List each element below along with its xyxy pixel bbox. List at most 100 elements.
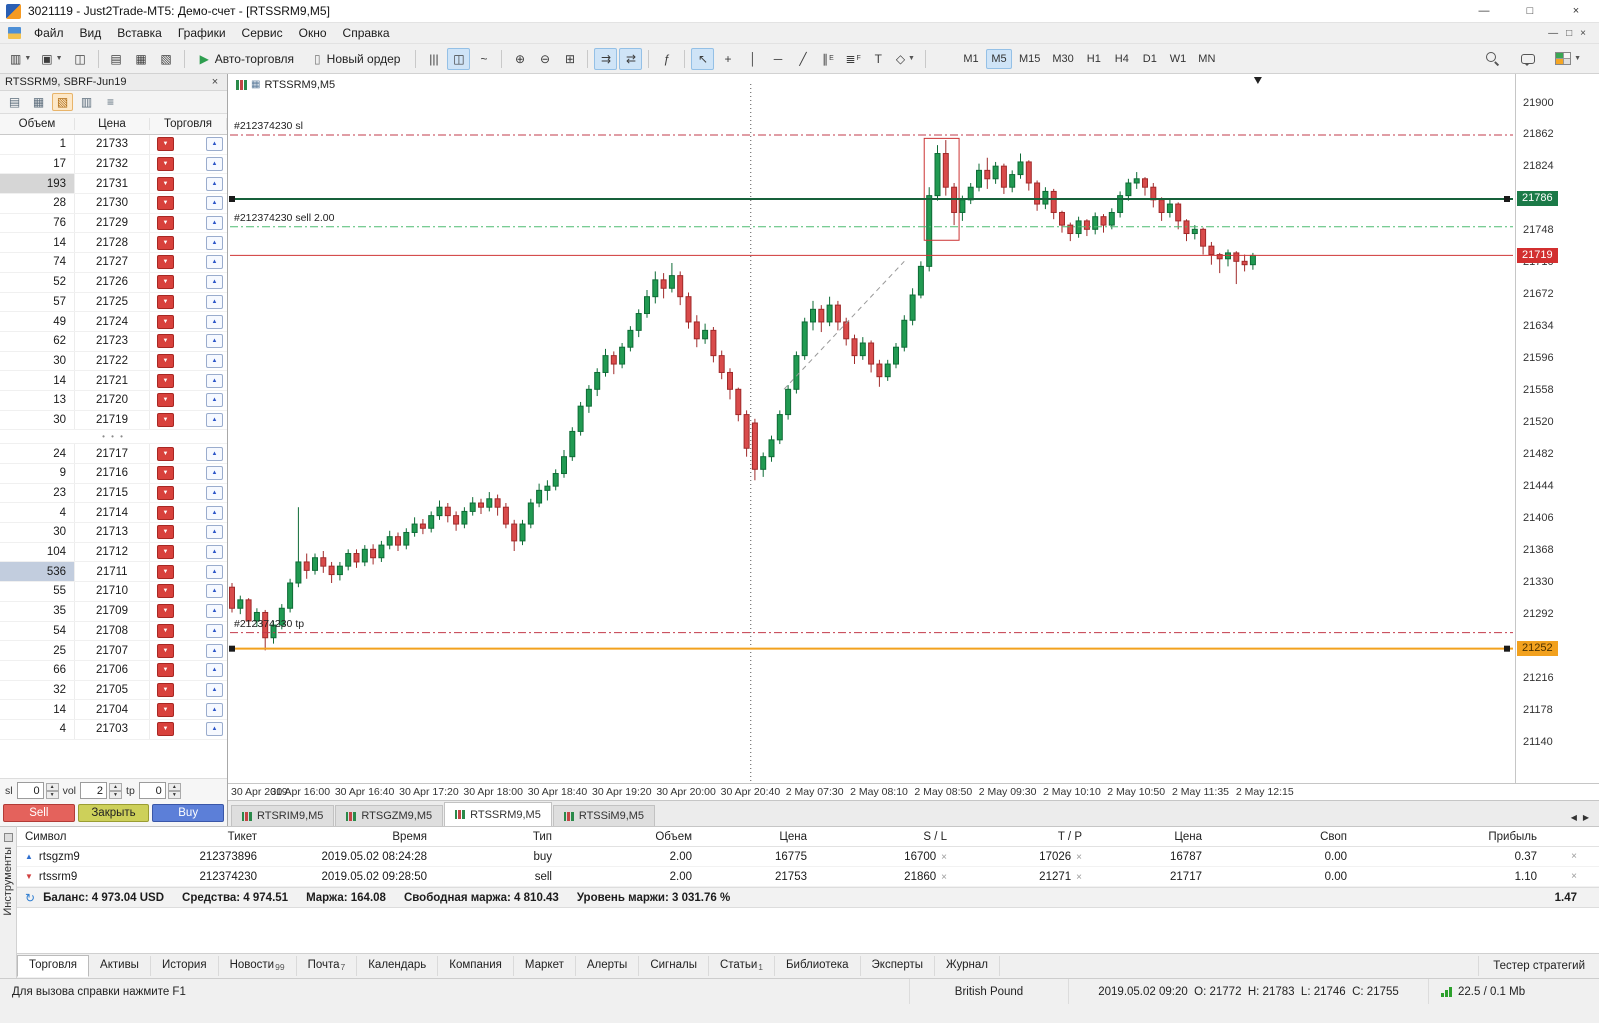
window-layout-button[interactable]: ◫	[69, 48, 92, 70]
chart-shift-button[interactable]: ⇄	[619, 47, 643, 70]
dom-buy-button[interactable]: ▲	[206, 486, 223, 501]
tp-stepper[interactable]: ▲ ▼	[167, 782, 181, 799]
toolbox-tab-6[interactable]: Компания	[438, 956, 514, 976]
time-sales-view-button[interactable]: ▥	[76, 93, 97, 111]
dom-buy-button[interactable]: ▲	[206, 643, 223, 658]
sell-button[interactable]: Sell	[3, 804, 75, 822]
chart-tab-0[interactable]: RTSRIM9,M5	[231, 805, 335, 826]
chart-tab-2[interactable]: RTSSRM9,M5	[444, 802, 552, 826]
mdi-restore-button[interactable]: □	[1566, 28, 1572, 39]
tile-windows-button[interactable]: ⊞	[558, 48, 581, 70]
candles-chart-type-button[interactable]: ◫	[447, 47, 471, 70]
dom-buy-button[interactable]: ▲	[206, 564, 223, 579]
algo-trading-button[interactable]: ▶ Авто-торговля	[191, 48, 303, 70]
dom-sell-button[interactable]: ▼	[157, 663, 174, 678]
position-row[interactable]: ▲ rtsgzm9 212373896 2019.05.02 08:24:28 buy 2…	[17, 847, 1599, 867]
dom-buy-button[interactable]: ▲	[206, 525, 223, 540]
zoom-out-button[interactable]: ⊖	[533, 48, 556, 70]
dom-buy-button[interactable]: ▲	[206, 545, 223, 560]
dom-sell-button[interactable]: ▼	[157, 294, 174, 309]
auto-scroll-button[interactable]: ⇉	[594, 47, 618, 70]
dom-sell-button[interactable]: ▼	[157, 216, 174, 231]
close-position-button[interactable]: ×	[1552, 851, 1587, 862]
text-label-button[interactable]: T	[867, 48, 890, 70]
timeframe-m15[interactable]: M15	[1014, 49, 1045, 69]
toolbox-tab-5[interactable]: Календарь	[357, 956, 439, 976]
dom-buy-button[interactable]: ▲	[206, 412, 223, 427]
dom-sell-button[interactable]: ▼	[157, 314, 174, 329]
dom-buy-button[interactable]: ▲	[206, 216, 223, 231]
maximize-button[interactable]: □	[1507, 0, 1553, 22]
vertical-line-button[interactable]: │	[741, 48, 764, 70]
toolbox-tab-1[interactable]: Активы	[89, 956, 151, 976]
zoom-in-button[interactable]: ⊕	[508, 48, 531, 70]
profiles-button[interactable]: ▣ ▼	[37, 48, 66, 70]
cursor-button[interactable]: ↖	[691, 47, 715, 70]
trade-column-header-1[interactable]: Тикет	[182, 831, 267, 843]
menu-item-2[interactable]: Вставка	[109, 24, 170, 42]
crosshair-button[interactable]: +	[716, 48, 739, 70]
shapes-button[interactable]: ◇ ▼	[892, 48, 919, 70]
dom-buy-button[interactable]: ▲	[206, 722, 223, 737]
minimize-button[interactable]: —	[1461, 0, 1507, 22]
toolbox-tab-7[interactable]: Маркет	[514, 956, 576, 976]
dom-sell-button[interactable]: ▼	[157, 604, 174, 619]
dom-buy-button[interactable]: ▲	[206, 334, 223, 349]
dom-sell-button[interactable]: ▼	[157, 157, 174, 172]
timeframe-m5[interactable]: M5	[985, 48, 1012, 69]
chart-canvas[interactable]	[228, 74, 1515, 783]
workspace-layout-button[interactable]: ▼	[1551, 48, 1585, 70]
remove-sl-button[interactable]: ×	[941, 852, 947, 863]
menu-item-1[interactable]: Вид	[72, 24, 110, 42]
dom-buy-button[interactable]: ▲	[206, 314, 223, 329]
time-axis[interactable]: 30 Apr 2019 30 Apr 16:00 30 Apr 16:40 30 Ap…	[228, 783, 1599, 800]
navigator-button[interactable]: ▧	[155, 48, 178, 70]
dom-buy-button[interactable]: ▲	[206, 623, 223, 638]
market-watch-button[interactable]: ▤	[105, 48, 128, 70]
mdi-close-button[interactable]: ×	[1580, 28, 1586, 39]
close-position-button[interactable]: ×	[1552, 871, 1587, 882]
indicators-button[interactable]: ƒ	[655, 48, 678, 70]
search-button[interactable]	[1481, 48, 1504, 70]
vol-input[interactable]: 2	[80, 782, 108, 799]
toolbox-tab-13[interactable]: Журнал	[935, 956, 1000, 976]
equidistant-channel-button[interactable]: ∥ E	[816, 48, 839, 70]
toolbox-tab-9[interactable]: Сигналы	[639, 956, 709, 976]
tp-input[interactable]: 0	[138, 782, 166, 799]
horizontal-line-button[interactable]: ─	[766, 48, 789, 70]
dom-buy-button[interactable]: ▲	[206, 702, 223, 717]
toolbox-tab-11[interactable]: Библиотека	[775, 956, 861, 976]
quotes-view-button[interactable]: ▦	[28, 93, 49, 111]
dom-buy-button[interactable]: ▲	[206, 353, 223, 368]
chart-tab-1[interactable]: RTSGZM9,M5	[335, 805, 444, 826]
dom-sell-button[interactable]: ▼	[157, 412, 174, 427]
remove-tp-button[interactable]: ×	[1076, 852, 1082, 863]
dom-buy-button[interactable]: ▲	[206, 663, 223, 678]
trade-column-header-4[interactable]: Объем	[562, 831, 702, 843]
trendline-button[interactable]: ╱	[791, 48, 814, 70]
dom-buy-button[interactable]: ▲	[206, 255, 223, 270]
trade-column-header-5[interactable]: Цена	[702, 831, 817, 843]
trade-column-header-7[interactable]: T / P	[957, 831, 1092, 843]
dom-sell-button[interactable]: ▼	[157, 137, 174, 152]
tab-strategy-tester[interactable]: Тестер стратегий	[1478, 956, 1599, 976]
toolbox-tab-4[interactable]: Почта 7	[297, 956, 358, 976]
tab-scroll-right-icon[interactable]: ▶	[1583, 813, 1589, 822]
timeframe-m30[interactable]: M30	[1047, 49, 1078, 69]
new-chart-button[interactable]: ▥ ▼	[6, 48, 35, 70]
dom-buy-button[interactable]: ▲	[206, 137, 223, 152]
remove-tp-button[interactable]: ×	[1076, 872, 1082, 883]
dom-buy-button[interactable]: ▲	[206, 176, 223, 191]
dom-buy-button[interactable]: ▲	[206, 584, 223, 599]
trade-column-header-10[interactable]: Прибыль	[1357, 831, 1547, 843]
timeframe-d1[interactable]: D1	[1137, 49, 1163, 69]
price-axis[interactable]: 2190021862218242178621748217102167221634…	[1515, 74, 1599, 783]
timeframe-mn[interactable]: MN	[1193, 49, 1220, 69]
dom-sell-button[interactable]: ▼	[157, 466, 174, 481]
menu-item-4[interactable]: Сервис	[234, 24, 291, 42]
toolbox-tab-10[interactable]: Статьи 1	[709, 956, 775, 976]
timeframe-m1[interactable]: M1	[958, 49, 984, 69]
dom-sell-button[interactable]: ▼	[157, 525, 174, 540]
trade-column-header-9[interactable]: Своп	[1212, 831, 1357, 843]
dom-sell-button[interactable]: ▼	[157, 196, 174, 211]
